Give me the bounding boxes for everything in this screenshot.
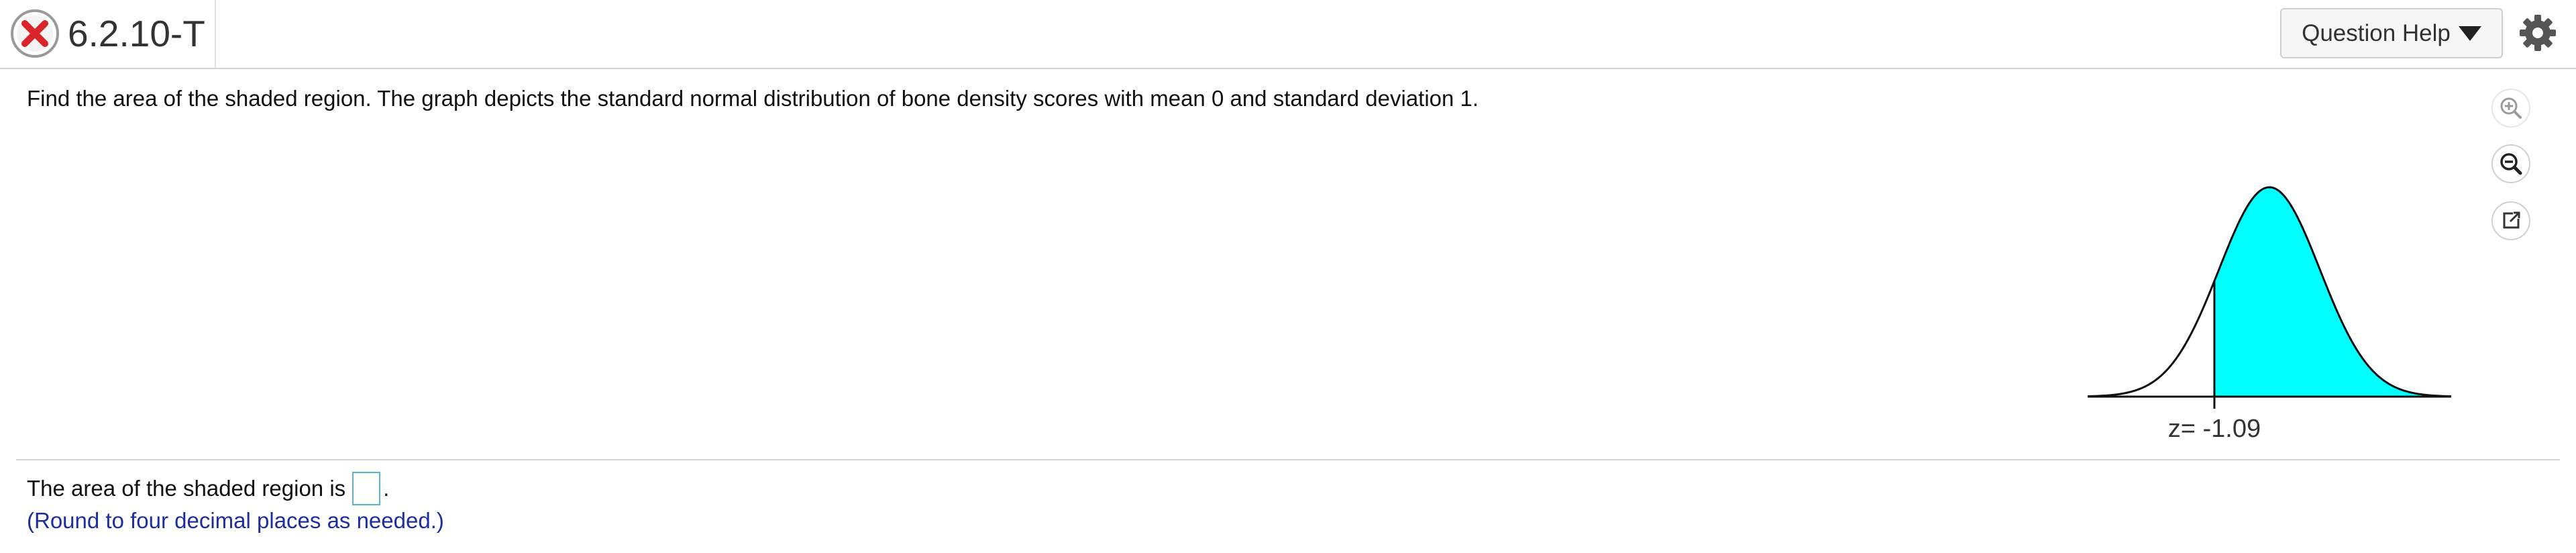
z-score-label: z= -1.09 xyxy=(2168,415,2261,442)
answer-row: The area of the shaded region is . xyxy=(27,472,389,505)
zoom-out-icon[interactable] xyxy=(2490,143,2532,185)
question-prompt: Find the area of the shaded region. The … xyxy=(27,86,1479,111)
question-help-label: Question Help xyxy=(2302,19,2451,46)
shaded-region xyxy=(2214,187,2451,397)
popout-icon[interactable] xyxy=(2490,200,2532,242)
caret-down-icon xyxy=(2458,26,2481,41)
question-header: 6.2.10-T Question Help xyxy=(0,0,2576,69)
area-answer-input[interactable] xyxy=(352,472,381,505)
zoom-in-icon[interactable] xyxy=(2490,87,2532,129)
rounding-note: (Round to four decimal places as needed.… xyxy=(27,508,444,533)
normal-distribution-graph: z= -1.09 xyxy=(2087,186,2452,442)
section-divider xyxy=(16,459,2560,460)
incorrect-x-icon xyxy=(11,9,59,58)
question-id: 6.2.10-T xyxy=(68,13,205,54)
gear-icon[interactable] xyxy=(2518,13,2557,52)
answer-prefix: The area of the shaded region is xyxy=(27,476,346,501)
answer-suffix: . xyxy=(383,476,390,501)
title-divider xyxy=(215,0,216,68)
question-help-button[interactable]: Question Help xyxy=(2280,8,2503,58)
